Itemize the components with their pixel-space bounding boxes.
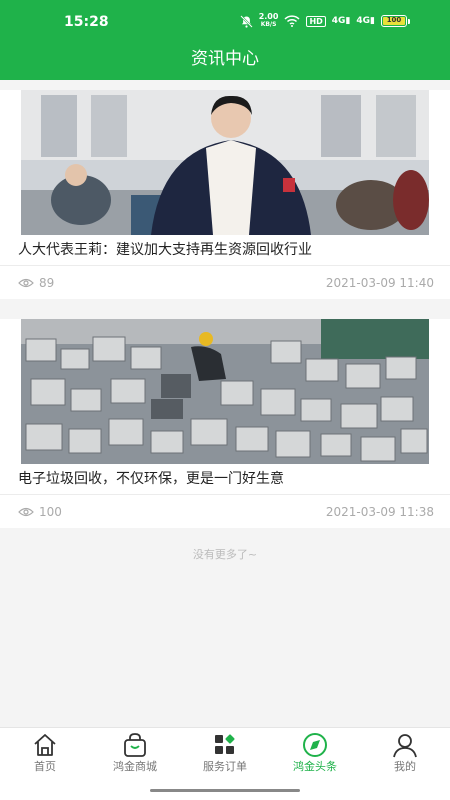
- grid-icon: [215, 734, 235, 754]
- signal-icon: 4G▮: [356, 16, 375, 26]
- tab-profile-label: 我的: [394, 760, 416, 773]
- tab-orders-label: 服务订单: [203, 760, 247, 773]
- status-bar: 15:28 2.00 KB/S HD 4G▮ 4G▮ 100: [0, 0, 450, 44]
- battery-icon: 100: [381, 15, 410, 27]
- shopping-bag-icon: [124, 733, 146, 757]
- signal-label-1: 4G: [331, 16, 346, 26]
- wifi-icon: [284, 15, 300, 27]
- no-more-text: 没有更多了~: [192, 548, 258, 561]
- network-speed-value: 2.00: [258, 12, 279, 21]
- signal-label-2: 4G: [356, 16, 371, 26]
- page-header: 资讯中心: [0, 44, 450, 80]
- article-card[interactable]: 人大代表王莉：建议加大支持再生资源回收行业 89 2021-03-09 11:4…: [0, 90, 450, 299]
- status-time: 15:28: [64, 14, 109, 30]
- eye-icon: [18, 507, 34, 516]
- article-views: 89: [18, 276, 54, 290]
- user-icon: [393, 734, 417, 758]
- article-date: 2021-03-09 11:40: [325, 275, 434, 290]
- article-image[interactable]: [21, 90, 429, 235]
- article-views-count: 100: [39, 504, 62, 519]
- signal-icon: 4G▮: [331, 16, 351, 26]
- tab-news[interactable]: 鸿金头条: [270, 728, 360, 780]
- bottom-tab-bar: 首页 鸿金商城 服务订单 鸿金头条 我的: [0, 727, 450, 800]
- article-list: 人大代表王莉：建议加大支持再生资源回收行业 89 2021-03-09 11:4…: [0, 80, 450, 562]
- tab-orders[interactable]: 服务订单: [180, 728, 270, 780]
- divider: [0, 299, 450, 309]
- tab-home-label: 首页: [34, 760, 56, 773]
- page-title: 资讯中心: [191, 49, 259, 69]
- battery-level: 100: [383, 17, 405, 25]
- status-icons: 2.00 KB/S HD 4G▮ 4G▮ 100: [239, 13, 410, 29]
- eye-icon: [18, 278, 34, 287]
- tab-mall-label: 鸿金商城: [113, 760, 157, 773]
- article-meta: 100 2021-03-09 11:38: [0, 494, 450, 528]
- article-card[interactable]: 电子垃圾回收，不仅环保，更是一门好生意 100 2021-03-09 11:38: [0, 319, 450, 528]
- home-icon: [34, 734, 56, 756]
- network-speed: 2.00 KB/S: [259, 13, 279, 29]
- article-date: 2021-03-09 11:38: [325, 504, 434, 519]
- article-image[interactable]: [21, 319, 429, 464]
- compass-icon: [303, 733, 327, 757]
- network-speed-unit: KB/S: [260, 21, 277, 28]
- mute-bell-icon: [239, 14, 253, 28]
- article-meta: 89 2021-03-09 11:40: [0, 265, 450, 299]
- article-views: 100: [18, 505, 62, 519]
- tab-news-label: 鸿金头条: [293, 760, 337, 773]
- home-indicator[interactable]: [150, 789, 300, 792]
- article-title[interactable]: 电子垃圾回收，不仅环保，更是一门好生意: [0, 464, 450, 494]
- article-title[interactable]: 人大代表王莉：建议加大支持再生资源回收行业: [0, 235, 450, 265]
- tab-home[interactable]: 首页: [0, 728, 90, 780]
- tab-profile[interactable]: 我的: [360, 728, 450, 780]
- hd-badge: HD: [306, 15, 326, 27]
- article-views-count: 89: [39, 275, 55, 290]
- tab-mall[interactable]: 鸿金商城: [90, 728, 180, 780]
